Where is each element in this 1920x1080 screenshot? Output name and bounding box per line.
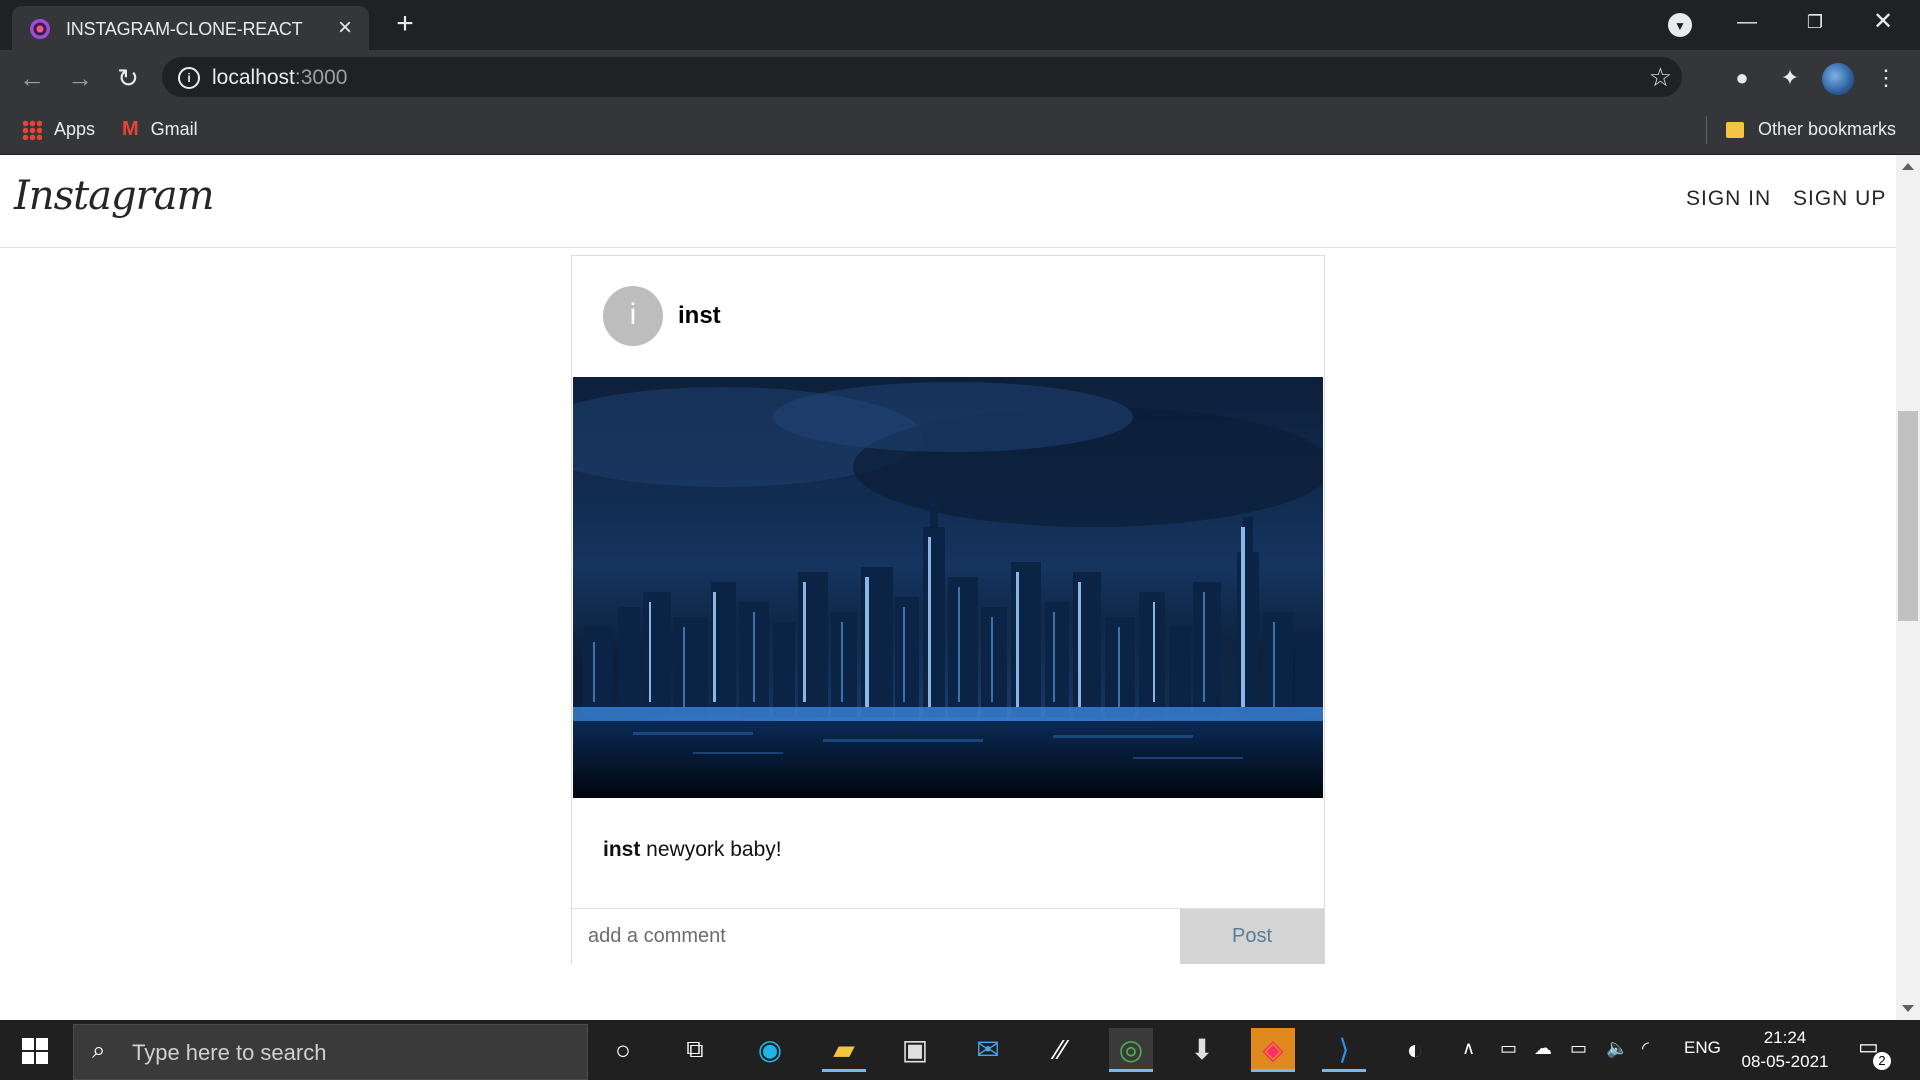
edge-icon[interactable]: ◉	[748, 1028, 792, 1072]
other-bookmarks-label: Other bookmarks	[1758, 119, 1897, 139]
video-editor-icon[interactable]: ◈	[1251, 1028, 1295, 1072]
browser-toolbar: ← → ↻ i localhost:3000 ☆ ● ✦ ⋮	[0, 50, 1920, 104]
url-host: localhost	[212, 66, 295, 89]
menu-dots-icon[interactable]: ⋮	[1872, 64, 1900, 92]
task-view-icon[interactable]: ⧉	[673, 1028, 717, 1072]
windows-start-icon[interactable]	[22, 1038, 48, 1064]
url-port: :3000	[294, 66, 348, 89]
avatar[interactable]: i	[603, 286, 663, 346]
profile-avatar[interactable]	[1822, 63, 1854, 95]
taskbar-search[interactable]: ⌕ Type here to search	[73, 1024, 588, 1080]
bookmark-apps[interactable]: Apps	[22, 116, 95, 142]
store-icon[interactable]: ▣	[893, 1028, 937, 1072]
scroll-thumb[interactable]	[1898, 411, 1918, 621]
clock-date: 08-05-2021	[1741, 1052, 1829, 1071]
bookmark-apps-label: Apps	[54, 119, 96, 139]
other-bookmarks[interactable]: Other bookmarks	[1726, 116, 1896, 142]
sign-in-button[interactable]: SIGN IN	[1686, 187, 1771, 211]
search-icon: ⌕	[92, 1037, 106, 1064]
tab-strip: INSTAGRAM-CLONE-REACT × + ▼ — ❐ ✕	[0, 0, 1920, 50]
notification-badge: 2	[1873, 1052, 1891, 1070]
reload-icon[interactable]: ↻	[112, 62, 144, 94]
back-arrow-icon[interactable]: ←	[16, 62, 48, 94]
comment-input[interactable]	[572, 909, 1180, 964]
browser-tab[interactable]: INSTAGRAM-CLONE-REACT ×	[12, 6, 369, 50]
wifi-icon[interactable]: ◜	[1642, 1038, 1649, 1059]
address-bar[interactable]: i localhost:3000 ☆	[162, 57, 1682, 97]
site-info-icon[interactable]: i	[178, 67, 200, 89]
bookmarks-bar: Apps M Gmail Other bookmarks	[0, 104, 1920, 155]
comment-form: Post	[572, 908, 1324, 964]
bookmark-gmail[interactable]: M Gmail	[122, 116, 198, 142]
app-header: Instagram SIGN IN SIGN UP	[0, 155, 1896, 248]
puzzle-icon[interactable]: ✦	[1776, 64, 1804, 92]
file-explorer-icon[interactable]: ▰	[822, 1028, 866, 1072]
clock-time: 21:24	[1763, 1028, 1807, 1047]
bookmark-gmail-label: Gmail	[150, 119, 198, 139]
extension-icon[interactable]: ●	[1728, 64, 1756, 92]
instagram-logo[interactable]: Instagram	[14, 173, 215, 219]
scroll-up-icon[interactable]	[1902, 163, 1914, 170]
volume-icon[interactable]: 🔈	[1606, 1038, 1628, 1059]
close-tab-icon[interactable]: ×	[333, 16, 357, 40]
post-card: i inst inst newyork baby! add a comment …	[571, 255, 1325, 964]
folder-icon	[1726, 122, 1744, 139]
post-image	[573, 377, 1323, 798]
cortana-icon[interactable]: ○	[601, 1028, 645, 1072]
language-indicator[interactable]: ENG	[1684, 1038, 1721, 1058]
forward-arrow-icon[interactable]: →	[64, 62, 96, 94]
new-tab-button[interactable]: +	[392, 9, 418, 39]
tray-overflow-icon[interactable]: ∧	[1462, 1038, 1475, 1059]
vscode-icon[interactable]: ⟩	[1322, 1028, 1366, 1072]
post-username[interactable]: inst	[678, 302, 721, 330]
onedrive-icon[interactable]: ☁	[1534, 1038, 1552, 1059]
page-scrollbar[interactable]	[1896, 155, 1920, 1020]
sign-up-button[interactable]: SIGN UP	[1793, 187, 1886, 211]
download-app-icon[interactable]: ⬇	[1180, 1028, 1224, 1072]
tab-title: INSTAGRAM-CLONE-REACT	[66, 19, 303, 39]
windows-taskbar: ⌕ Type here to search ○ ⧉ ◉ ▰ ▣ ✉ ⁄⁄ ◎ ⬇…	[0, 1020, 1920, 1080]
bookmark-star-icon[interactable]: ☆	[1649, 61, 1672, 93]
window-close-icon[interactable]: ✕	[1858, 6, 1908, 38]
tab-search-icon[interactable]: ▼	[1668, 13, 1692, 37]
post-comment-button[interactable]: Post	[1180, 909, 1324, 964]
taskbar-search-placeholder: Type here to search	[132, 1040, 327, 1065]
tab-favicon-icon	[30, 19, 50, 39]
meet-icon[interactable]: ▭	[1500, 1038, 1517, 1059]
apps-grid-icon	[22, 120, 42, 141]
app-icon[interactable]: ⁄⁄	[1039, 1028, 1083, 1072]
caption-text: newyork baby!	[640, 838, 782, 861]
battery-icon[interactable]: ▭	[1570, 1038, 1587, 1059]
obs-icon[interactable]: ◐	[1393, 1028, 1437, 1072]
system-clock[interactable]: 21:24 08-05-2021	[1730, 1026, 1840, 1074]
minimize-icon[interactable]: —	[1722, 6, 1772, 38]
mail-icon[interactable]: ✉	[966, 1028, 1010, 1072]
scroll-down-icon[interactable]	[1902, 1005, 1914, 1012]
gmail-icon: M	[122, 118, 139, 140]
post-caption: inst newyork baby!	[603, 838, 782, 862]
restore-icon[interactable]: ❐	[1790, 6, 1840, 38]
caption-username[interactable]: inst	[603, 838, 640, 861]
chrome-icon[interactable]: ◎	[1109, 1028, 1153, 1072]
url-text: localhost:3000	[212, 66, 347, 90]
page-viewport: Instagram SIGN IN SIGN UP i inst inst ne…	[0, 155, 1896, 1020]
bookmarks-divider	[1706, 116, 1707, 144]
